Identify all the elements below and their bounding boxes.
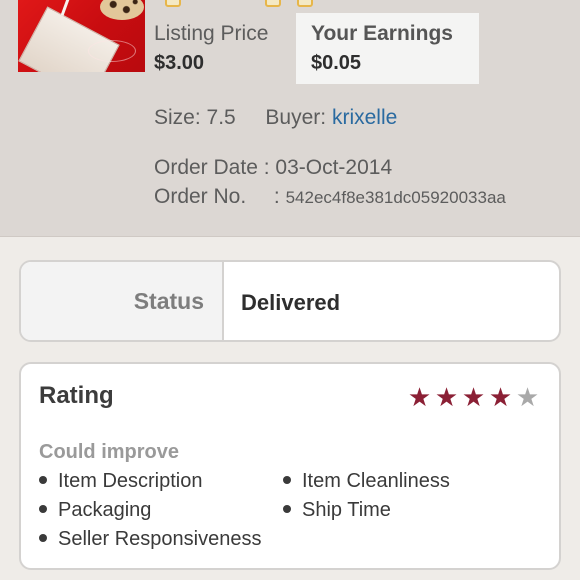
strap-shape [60, 0, 71, 16]
bullet-icon [39, 533, 47, 542]
your-earnings-box: Your Earnings $0.05 [296, 13, 479, 84]
scribble-shape [88, 40, 136, 62]
your-earnings-label: Your Earnings [311, 22, 453, 45]
shoe-box-shape [18, 6, 120, 72]
bullet-icon [39, 475, 47, 484]
listing-price-label: Listing Price [154, 22, 269, 45]
order-no-separator: : [273, 185, 280, 208]
improve-item: Seller Responsiveness [39, 528, 261, 551]
order-no-value: 542ec4f8e381dc05920033aa [285, 188, 506, 207]
bullet-icon [283, 504, 291, 513]
order-no-label: Order No. [154, 185, 247, 208]
star-filled-icon: ★ [488, 382, 513, 412]
leopard-print-shape [100, 0, 144, 20]
listing-thumbnail[interactable] [18, 0, 145, 72]
order-no-row: Order No. : 542ec4f8e381dc05920033aa [154, 185, 506, 209]
partial-icon [165, 0, 181, 7]
rating-title: Rating [39, 382, 114, 409]
rating-card: Rating ★ ★ ★ ★ ★ Could improve Item Descript… [19, 362, 561, 570]
order-date-row: Order Date : 03-Oct-2014 [154, 156, 392, 180]
order-date-label: Order Date : [154, 156, 270, 179]
improve-item: Packaging [39, 499, 151, 522]
status-label: Status [133, 288, 204, 314]
star-empty-icon: ★ [515, 382, 540, 412]
size-label: Size: [154, 106, 201, 129]
improve-item: Ship Time [283, 499, 391, 522]
could-improve-label: Could improve [39, 441, 180, 463]
star-filled-icon: ★ [461, 382, 486, 412]
improve-item-label: Ship Time [302, 499, 391, 521]
improve-item-label: Seller Responsiveness [58, 528, 262, 550]
size-buyer-row: Size: 7.5 Buyer: krixelle [154, 106, 397, 130]
status-value: Delivered [241, 290, 341, 315]
buyer-label: Buyer: [265, 106, 327, 129]
bullet-icon [283, 475, 291, 484]
your-earnings-value: $0.05 [311, 52, 362, 74]
order-date-value: 03-Oct-2014 [275, 156, 393, 179]
status-label-cell: Status [21, 262, 224, 340]
improve-item-label: Packaging [58, 499, 152, 521]
improve-item: Item Description [39, 470, 203, 493]
order-summary-panel: Listing Price $3.00 Your Earnings $0.05 … [0, 0, 580, 237]
star-filled-icon: ★ [434, 382, 459, 412]
partial-icon [297, 0, 313, 7]
star-filled-icon: ★ [407, 382, 432, 412]
bullet-icon [39, 504, 47, 513]
rating-stars: ★ ★ ★ ★ ★ [406, 384, 541, 410]
improve-item-label: Item Cleanliness [302, 470, 450, 492]
listing-price-value: $3.00 [154, 52, 205, 74]
improve-item-label: Item Description [58, 470, 203, 492]
partial-icon [265, 0, 281, 7]
buyer-link[interactable]: krixelle [332, 106, 397, 129]
size-value: 7.5 [206, 106, 236, 129]
improve-item: Item Cleanliness [283, 470, 450, 493]
status-card: Status Delivered [19, 260, 561, 342]
